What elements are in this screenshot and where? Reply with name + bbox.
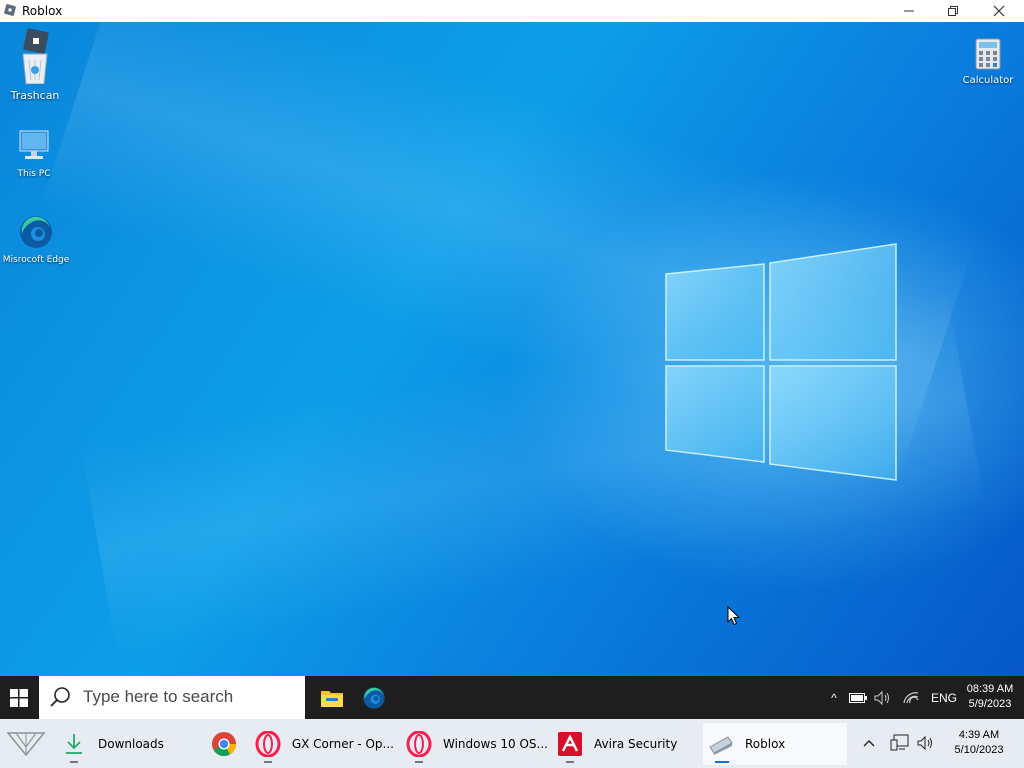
- chevron-up-icon: [863, 740, 875, 747]
- desktop-icon-trashcan[interactable]: Trashcan: [0, 26, 73, 102]
- download-arrow-icon: [60, 730, 88, 758]
- battery-button[interactable]: [848, 676, 868, 719]
- battery-icon: [849, 692, 867, 703]
- taskbar-item-avira[interactable]: Avira Security: [556, 723, 696, 765]
- taskbar-item-downloads[interactable]: Downloads: [60, 723, 200, 765]
- wifi-icon: [903, 691, 919, 703]
- input-language-button[interactable]: ENG: [926, 676, 962, 719]
- running-indicator: [566, 761, 574, 763]
- host-start-icon: [6, 732, 46, 757]
- taskbar-item-label: Downloads: [98, 737, 164, 751]
- tray-chevron: ^: [831, 690, 837, 705]
- taskbar-item-label: Avira Security: [594, 737, 678, 751]
- search-input[interactable]: [83, 684, 293, 710]
- taskbar-clock[interactable]: 08:39 AM 5/9/2023: [960, 682, 1020, 712]
- opera-icon: [405, 730, 433, 758]
- desktop-icon-label: This PC: [17, 169, 51, 179]
- running-indicator: [415, 761, 423, 763]
- roblox-icon: [4, 4, 16, 16]
- chrome-icon: [210, 730, 238, 758]
- network-button[interactable]: [900, 676, 922, 719]
- minimize-icon: [904, 10, 914, 12]
- edge-icon: [20, 216, 52, 248]
- host-network-button[interactable]: [888, 727, 912, 759]
- roblox-icon: [707, 730, 735, 758]
- computer-icon: [19, 130, 49, 159]
- file-explorer-icon: [321, 690, 343, 707]
- clock-date: 5/9/2023: [968, 698, 1012, 710]
- window-title: Roblox: [22, 4, 63, 18]
- desktop-icon-edge[interactable]: Misrocoft Edge: [0, 214, 74, 265]
- clock-time: 4:39 AM: [958, 729, 1000, 741]
- close-button[interactable]: [976, 0, 1022, 22]
- show-hidden-icons-button[interactable]: ^: [826, 676, 842, 719]
- minimize-button[interactable]: [886, 0, 932, 22]
- opera-icon: [254, 730, 282, 758]
- desktop-icon-label: Misrocoft Edge: [2, 255, 70, 265]
- host-taskbar-clock[interactable]: 4:39 AM 5/10/2023: [942, 728, 1016, 758]
- running-indicator: [70, 761, 78, 763]
- start-button[interactable]: [0, 676, 38, 719]
- taskbar-search-box[interactable]: [39, 676, 305, 719]
- taskbar-item-label: Windows 10 OS...: [443, 737, 548, 751]
- taskbar-file-explorer[interactable]: [312, 676, 352, 719]
- clock-time: 08:39 AM: [966, 683, 1014, 695]
- taskbar-item-label: Roblox: [745, 737, 786, 751]
- remote-taskbar: ^ ENG 08:39 AM 5/9/2023: [0, 676, 1024, 719]
- clock-date: 5/10/2023: [954, 744, 1004, 756]
- desktop-icon-label: Trashcan: [10, 89, 60, 102]
- running-indicator: [264, 761, 272, 763]
- taskbar-item-chrome[interactable]: [210, 723, 244, 765]
- host-show-hidden-icons-button[interactable]: [858, 727, 880, 759]
- volume-icon: [917, 736, 932, 750]
- desktop-icon-this-pc[interactable]: This PC: [0, 128, 72, 179]
- windows-start-icon: [10, 688, 28, 707]
- desktop-icon-label: Calculator: [962, 75, 1014, 86]
- network-monitor-icon: [890, 734, 909, 751]
- calculator-icon: [975, 38, 1001, 70]
- mouse-cursor-icon: [727, 606, 741, 626]
- windows-logo-wallpaper: [665, 243, 897, 481]
- desktop-icon-calculator[interactable]: Calculator: [950, 38, 1024, 86]
- close-icon: [993, 5, 1005, 17]
- volume-icon: [874, 690, 889, 705]
- taskbar-item-roblox[interactable]: Roblox: [703, 723, 847, 765]
- window-title-bar: Roblox: [0, 0, 1024, 22]
- taskbar-item-opera-windows10[interactable]: Windows 10 OS...: [405, 723, 550, 765]
- desktop[interactable]: Trashcan This PC Misrocoft Edge Calculat…: [0, 22, 1024, 676]
- active-indicator: [715, 761, 729, 763]
- search-icon: [50, 687, 70, 707]
- maximize-icon: [948, 6, 958, 16]
- taskbar-edge[interactable]: [354, 676, 394, 719]
- volume-button[interactable]: [872, 676, 894, 719]
- restore-button[interactable]: [930, 0, 976, 22]
- language-indicator: ENG: [930, 690, 957, 705]
- roblox-recycle-bin-icon: [22, 28, 49, 85]
- host-start-button[interactable]: [4, 725, 48, 761]
- taskbar-item-opera-gx-corner[interactable]: GX Corner - Op...: [254, 723, 394, 765]
- avira-icon: [556, 730, 584, 758]
- host-taskbar: Downloads GX Corner - Op... Windows 10 O…: [0, 719, 1024, 768]
- taskbar-item-label: GX Corner - Op...: [291, 737, 394, 751]
- host-volume-button[interactable]: [914, 727, 938, 759]
- edge-icon: [363, 686, 385, 709]
